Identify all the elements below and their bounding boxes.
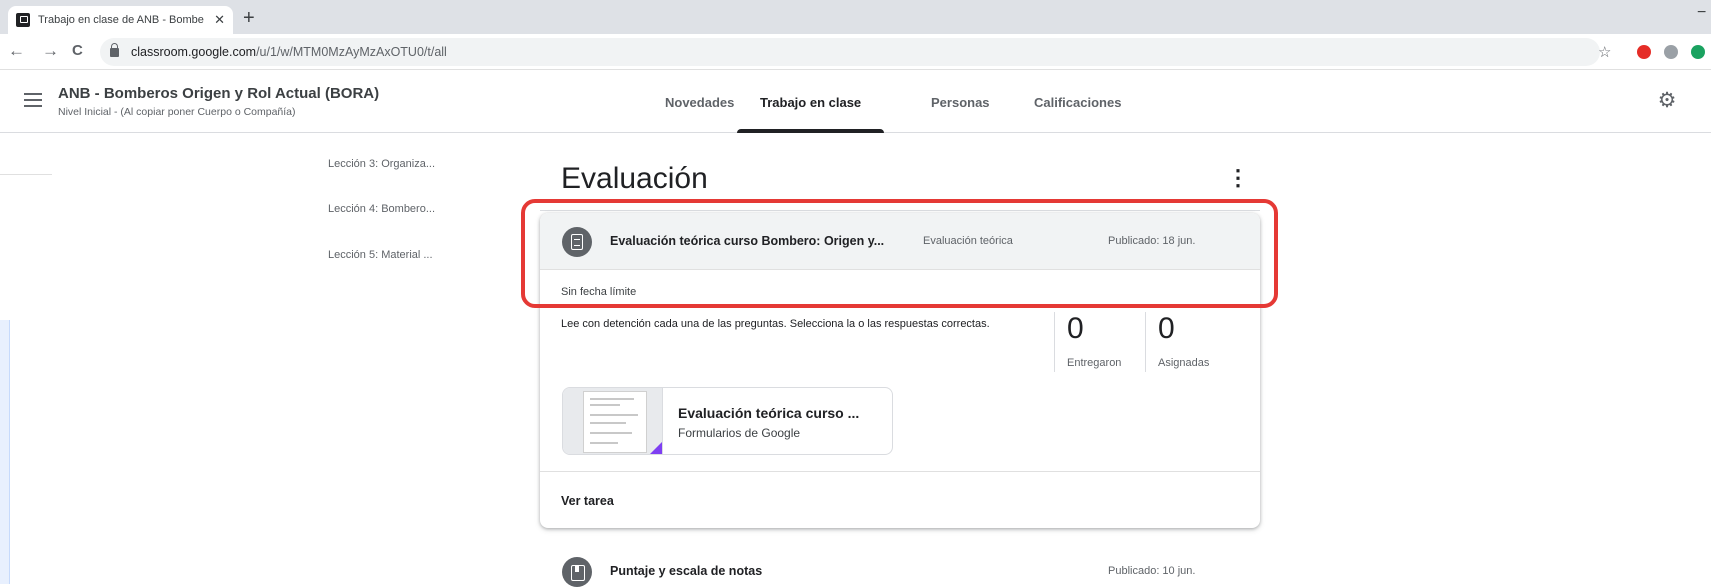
url-path: /u/1/w/MTM0MzAyMzAxOTU0/t/all	[256, 45, 447, 59]
tab-title: Trabajo en clase de ANB - Bombe	[38, 14, 204, 26]
highlight-annotation	[521, 199, 1278, 308]
lock-icon	[110, 42, 119, 57]
url-host: classroom.google.com	[131, 45, 257, 59]
classroom-header: ANB - Bomberos Origen y Rol Actual (BORA…	[0, 71, 1711, 133]
stat-assigned-label: Asignadas	[1158, 357, 1210, 369]
new-tab-icon[interactable]: +	[243, 8, 255, 28]
view-assignment-link[interactable]: Ver tarea	[561, 494, 614, 508]
minimize-window-icon[interactable]: −	[1697, 4, 1706, 22]
stat-assigned-value: 0	[1158, 312, 1175, 345]
browser-tabstrip: Trabajo en clase de ANB - Bombe ✕ + −	[0, 0, 1711, 34]
section-title: Evaluación	[561, 162, 708, 195]
side-panel-edge	[0, 320, 10, 584]
stat-assigned[interactable]: 0 Asignadas	[1145, 312, 1235, 372]
next-material-row[interactable]: Puntaje y escala de notas Publicado: 10 …	[540, 546, 1260, 587]
forward-arrow-icon[interactable]: →	[42, 42, 59, 60]
topic-leccion-3[interactable]: Lección 3: Organiza...	[328, 158, 435, 170]
pin-extension-icon[interactable]	[1691, 45, 1705, 59]
tab-novedades[interactable]: Novedades	[665, 71, 734, 133]
more-vert-icon[interactable]: ⋮	[1703, 87, 1711, 112]
next-material-published-date: Publicado: 10 jun.	[1108, 565, 1196, 577]
class-subtitle: Nivel Inicial - (Al copiar poner Cuerpo …	[58, 106, 296, 118]
tab-calificaciones[interactable]: Calificaciones	[1034, 71, 1121, 133]
reload-icon[interactable]: C	[72, 42, 83, 60]
attachment-title: Evaluación teórica curso ...	[678, 405, 860, 421]
leaf-extension-icon[interactable]	[1664, 45, 1678, 59]
topic-leccion-5[interactable]: Lección 5: Material ...	[328, 249, 433, 261]
material-icon	[562, 557, 592, 587]
opera-extension-icon[interactable]	[1637, 45, 1651, 59]
google-forms-icon	[648, 442, 662, 454]
stat-turned-in[interactable]: 0 Entregaron	[1054, 312, 1144, 372]
form-attachment[interactable]: Evaluación teórica curso ... Formularios…	[562, 387, 893, 455]
class-title[interactable]: ANB - Bomberos Origen y Rol Actual (BORA…	[58, 85, 379, 102]
browser-tab[interactable]: Trabajo en clase de ANB - Bombe ✕	[8, 6, 233, 34]
stat-turned-in-label: Entregaron	[1067, 357, 1122, 369]
classroom-favicon-icon	[16, 13, 30, 27]
tab-personas[interactable]: Personas	[931, 71, 990, 133]
address-bar[interactable]: classroom.google.com/u/1/w/MTM0MzAyMzAxO…	[100, 38, 1600, 66]
topic-leccion-4[interactable]: Lección 4: Bombero...	[328, 203, 435, 215]
section-more-icon[interactable]: ⋮	[1227, 167, 1249, 189]
stat-turned-in-value: 0	[1067, 312, 1084, 345]
form-thumbnail	[563, 388, 663, 454]
bookmark-star-icon[interactable]: ☆	[1598, 43, 1611, 61]
attachment-subtitle: Formularios de Google	[678, 426, 801, 440]
assignment-description: Lee con detención cada una de las pregun…	[561, 318, 990, 330]
card-footer: Ver tarea	[540, 471, 1260, 528]
tab-trabajo-en-clase[interactable]: Trabajo en clase	[737, 71, 885, 133]
menu-icon[interactable]	[24, 93, 42, 107]
gear-icon[interactable]: ⚙	[1656, 90, 1678, 112]
browser-toolbar: ← → C classroom.google.com/u/1/w/MTM0MzA…	[0, 34, 1711, 70]
next-material-title: Puntaje y escala de notas	[610, 564, 763, 578]
close-tab-icon[interactable]: ✕	[214, 12, 225, 28]
divider	[0, 174, 52, 175]
back-arrow-icon[interactable]: ←	[8, 42, 25, 60]
